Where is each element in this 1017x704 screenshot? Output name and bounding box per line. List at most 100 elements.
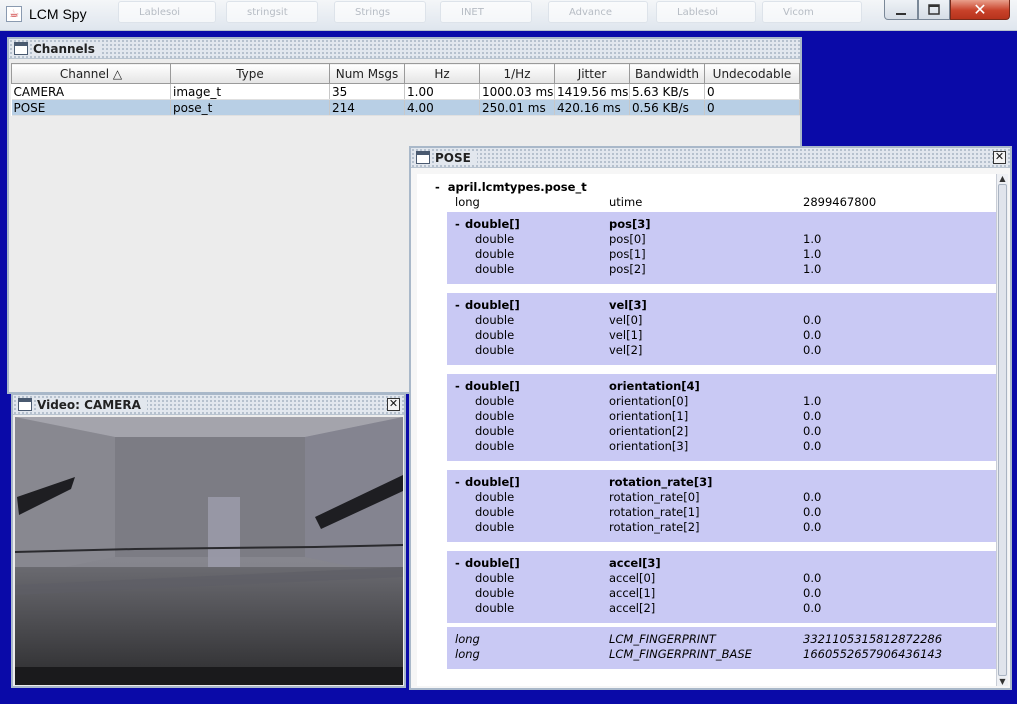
close-icon: ✕ xyxy=(973,0,987,19)
field-value: 0.0 xyxy=(803,409,822,423)
background-taskbar-tab: Advance xyxy=(548,1,648,23)
field-value: 0.0 xyxy=(803,601,822,615)
column-header-num-msgs[interactable]: Num Msgs xyxy=(329,63,405,84)
field-name: orientation[1] xyxy=(609,409,689,423)
field-value: 0.0 xyxy=(803,586,822,600)
close-icon[interactable]: ✕ xyxy=(387,398,400,411)
column-header-hz[interactable]: Hz xyxy=(404,63,480,84)
scroll-up-icon[interactable]: ▲ xyxy=(998,174,1007,183)
table-header: Channel △ Type Num Msgs Hz 1/Hz Jitter B… xyxy=(11,63,800,84)
pose-window: POSE ✕ - april.lcmtypes.pose_t long utime 28… xyxy=(409,146,1012,690)
table-row[interactable]: CAMERA image_t 35 1.00 1000.03 ms 1419.5… xyxy=(11,83,800,100)
field-name: pos[3] xyxy=(609,217,651,231)
field-row: double orientation[1] 0.0 xyxy=(417,409,999,424)
minimize-button[interactable] xyxy=(884,0,918,20)
field-name: vel[2] xyxy=(609,343,643,357)
field-name: rotation_rate[0] xyxy=(609,490,700,504)
background-taskbar-tab: stringsit xyxy=(226,1,318,23)
video-window-titlebar[interactable]: Video: CAMERA ✕ xyxy=(13,395,404,415)
scroll-down-icon[interactable]: ▼ xyxy=(998,677,1007,686)
collapse-toggle-icon[interactable]: - xyxy=(455,217,460,232)
field-row: double vel[1] 0.0 xyxy=(417,328,999,343)
column-header-period[interactable]: 1/Hz xyxy=(479,63,555,84)
field-type: double[] xyxy=(465,475,520,489)
field-row: double accel[0] 0.0 xyxy=(417,571,999,586)
maximize-icon xyxy=(928,4,940,15)
field-name: orientation[0] xyxy=(609,394,689,408)
field-type: double[] xyxy=(465,298,520,312)
field-value: 3321105315812872286 xyxy=(803,632,943,646)
column-header-undecodable[interactable]: Undecodable xyxy=(704,63,800,84)
table-cell: 0 xyxy=(704,83,800,100)
field-row: double rotation_rate[0] 0.0 xyxy=(417,490,999,505)
pose-window-titlebar[interactable]: POSE ✕ xyxy=(411,148,1010,168)
field-name: rotation_rate[3] xyxy=(609,475,713,489)
table-cell: 5.63 KB/s xyxy=(629,83,705,100)
field-value: 1.0 xyxy=(803,232,822,246)
collapse-toggle-icon[interactable]: - xyxy=(455,379,460,394)
field-name: accel[2] xyxy=(609,601,656,615)
field-type: long xyxy=(455,632,480,646)
table-cell: 0.56 KB/s xyxy=(629,99,705,116)
table-cell: POSE xyxy=(11,99,171,116)
field-type: double xyxy=(475,424,515,438)
field-value: 1.0 xyxy=(803,262,822,276)
field-type: double[] xyxy=(465,217,520,231)
table-row-selected[interactable]: POSE pose_t 214 4.00 250.01 ms 420.16 ms… xyxy=(11,99,800,116)
scroll-thumb[interactable] xyxy=(998,184,1007,676)
table-cell: 1000.03 ms xyxy=(479,83,555,100)
background-taskbar-tab: Lablesoi xyxy=(656,1,756,23)
message-root-label[interactable]: - april.lcmtypes.pose_t xyxy=(435,180,587,195)
video-window: Video: CAMERA ✕ xyxy=(11,393,406,688)
field-type: double xyxy=(475,439,515,453)
field-name: pos[1] xyxy=(609,247,646,261)
field-row: double accel[2] 0.0 xyxy=(417,601,999,616)
field-row: double orientation[3] 0.0 xyxy=(417,439,999,454)
field-row: double orientation[2] 0.0 xyxy=(417,424,999,439)
window-icon xyxy=(14,42,28,55)
channels-window-titlebar[interactable]: Channels xyxy=(9,39,800,59)
column-header-jitter[interactable]: Jitter xyxy=(554,63,630,84)
column-header-bandwidth[interactable]: Bandwidth xyxy=(629,63,705,84)
column-header-channel[interactable]: Channel △ xyxy=(11,63,171,84)
minimize-icon xyxy=(896,13,906,15)
collapse-toggle-icon[interactable]: - xyxy=(455,556,460,571)
collapse-toggle-icon[interactable]: - xyxy=(455,298,460,313)
field-name: accel[3] xyxy=(609,556,661,570)
field-row: double accel[1] 0.0 xyxy=(417,586,999,601)
background-taskbar-tab: Lablesoi xyxy=(118,1,216,23)
column-header-type[interactable]: Type xyxy=(170,63,330,84)
collapse-toggle-icon[interactable]: - xyxy=(455,475,460,490)
pose-message-view: - april.lcmtypes.pose_t long utime 289946780… xyxy=(417,174,999,686)
field-value: 0.0 xyxy=(803,313,822,327)
field-row: double pos[0] 1.0 xyxy=(417,232,999,247)
table-cell: 214 xyxy=(329,99,405,116)
field-value: 0.0 xyxy=(803,424,822,438)
channels-window-title: Channels xyxy=(33,42,101,56)
field-value: 1.0 xyxy=(803,247,822,261)
collapse-toggle-icon[interactable]: - xyxy=(435,180,440,194)
field-name: vel[1] xyxy=(609,328,643,342)
field-value: 0.0 xyxy=(803,439,822,453)
field-value: 1660552657906436143 xyxy=(803,647,943,661)
field-type: double[] xyxy=(465,556,520,570)
field-value: 0.0 xyxy=(803,328,822,342)
maximize-button[interactable] xyxy=(918,0,950,20)
field-name: orientation[2] xyxy=(609,424,689,438)
close-icon[interactable]: ✕ xyxy=(993,151,1006,164)
field-name: orientation[4] xyxy=(609,379,700,393)
field-row: long LCM_FINGERPRINT_BASE 1660552657906436… xyxy=(417,647,999,662)
table-cell: 1.00 xyxy=(404,83,480,100)
field-row: double[] pos[3] - xyxy=(417,217,999,232)
field-row: long utime 2899467800 xyxy=(417,195,999,210)
field-value: 0.0 xyxy=(803,490,822,504)
field-name: pos[0] xyxy=(609,232,646,246)
field-row: double pos[2] 1.0 xyxy=(417,262,999,277)
vertical-scrollbar[interactable]: ▲ ▼ xyxy=(996,174,1008,686)
field-type: double xyxy=(475,520,515,534)
field-type: double[] xyxy=(465,379,520,393)
field-type: double xyxy=(475,571,515,585)
field-type: double xyxy=(475,232,515,246)
field-row: double[] vel[3] - xyxy=(417,298,999,313)
close-button[interactable]: ✕ xyxy=(950,0,1010,20)
